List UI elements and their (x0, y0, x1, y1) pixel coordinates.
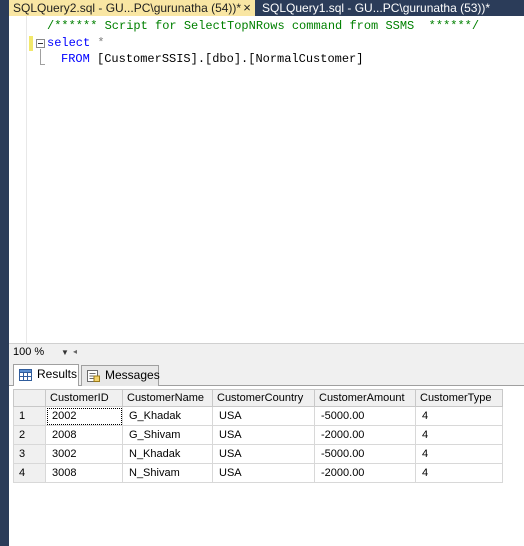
select-star: * (90, 36, 105, 50)
column-header-customertype[interactable]: CustomerType (415, 389, 503, 407)
cell-customerid[interactable]: 2002 (45, 406, 123, 426)
row-number[interactable]: 3 (13, 444, 46, 464)
column-header-customercountry[interactable]: CustomerCountry (212, 389, 315, 407)
change-indicator (29, 36, 33, 51)
cell-customeramount[interactable]: -5000.00 (314, 406, 416, 426)
tab-sqlquery1[interactable]: SQLQuery1.sql - GU...PC\gurunatha (53))* (258, 0, 524, 16)
cell-customercountry[interactable]: USA (212, 463, 315, 483)
cell-customeramount[interactable]: -5000.00 (314, 444, 416, 464)
column-header-customeramount[interactable]: CustomerAmount (314, 389, 416, 407)
cell-customertype[interactable]: 4 (415, 406, 503, 426)
close-tab-icon[interactable]: × (241, 0, 253, 16)
cell-customercountry[interactable]: USA (212, 444, 315, 464)
table-row[interactable]: 2 2008 G_Shivam USA -2000.00 4 (13, 425, 503, 445)
grid-header-row: CustomerID CustomerName CustomerCountry … (13, 389, 503, 407)
cell-customercountry[interactable]: USA (212, 425, 315, 445)
zoom-bar: 100 % ▼ ◂ (9, 343, 524, 361)
code-line-select: select * (47, 35, 105, 51)
table-reference: [CustomerSSIS].[dbo].[NormalCustomer] (89, 52, 364, 66)
fold-line-end (40, 64, 45, 65)
tab-sqlquery2-label: SQLQuery2.sql - GU...PC\gurunatha (54))* (13, 1, 242, 15)
cell-customerid[interactable]: 3008 (45, 463, 123, 483)
cell-customeramount[interactable]: -2000.00 (314, 463, 416, 483)
editor-gutter (9, 16, 27, 343)
zoom-level[interactable]: 100 % (13, 346, 44, 358)
tab-results[interactable]: Results (13, 364, 79, 386)
row-number[interactable]: 1 (13, 406, 46, 426)
tab-results-label: Results (37, 367, 78, 381)
cell-customertype[interactable]: 4 (415, 463, 503, 483)
column-header-customername[interactable]: CustomerName (122, 389, 213, 407)
keyword-select: select (47, 36, 91, 50)
fold-line (40, 49, 41, 65)
table-row[interactable]: 1 2002 G_Khadak USA -5000.00 4 (13, 406, 503, 426)
grid-icon (19, 369, 32, 381)
cell-customername[interactable]: N_Khadak (122, 444, 213, 464)
document-tab-strip: SQLQuery2.sql - GU...PC\gurunatha (54))*… (9, 0, 524, 16)
left-window-edge (0, 0, 9, 546)
code-line-from: FROM [CustomerSSIS].[dbo].[NormalCustome… (61, 51, 363, 67)
row-number[interactable]: 2 (13, 425, 46, 445)
column-header-customerid[interactable]: CustomerID (45, 389, 123, 407)
grid-corner-cell[interactable] (13, 389, 46, 407)
cell-customertype[interactable]: 4 (415, 444, 503, 464)
collapse-icon[interactable] (36, 39, 45, 48)
tab-messages[interactable]: Messages (81, 365, 160, 386)
cell-customerid[interactable]: 2008 (45, 425, 123, 445)
query-editor[interactable]: /****** Script for SelectTopNRows comman… (9, 16, 524, 343)
scroll-left-icon[interactable]: ◂ (73, 347, 77, 356)
cell-customeramount[interactable]: -2000.00 (314, 425, 416, 445)
zoom-dropdown-icon[interactable]: ▼ (61, 348, 69, 357)
messages-icon (87, 370, 100, 382)
cell-customercountry[interactable]: USA (212, 406, 315, 426)
table-row[interactable]: 3 3002 N_Khadak USA -5000.00 4 (13, 444, 503, 464)
cell-customername[interactable]: G_Shivam (122, 425, 213, 445)
code-line-comment: /****** Script for SelectTopNRows comman… (47, 19, 480, 33)
cell-customername[interactable]: N_Shivam (122, 463, 213, 483)
keyword-from: FROM (61, 52, 90, 66)
cell-customertype[interactable]: 4 (415, 425, 503, 445)
results-grid-area: CustomerID CustomerName CustomerCountry … (9, 386, 524, 546)
tab-messages-label: Messages (105, 368, 160, 382)
tab-sqlquery2[interactable]: SQLQuery2.sql - GU...PC\gurunatha (54))*… (9, 0, 255, 16)
table-row[interactable]: 4 3008 N_Shivam USA -2000.00 4 (13, 463, 503, 483)
results-tab-strip: Results Messages (9, 361, 524, 386)
results-grid: CustomerID CustomerName CustomerCountry … (13, 389, 503, 483)
row-number[interactable]: 4 (13, 463, 46, 483)
tab-sqlquery1-label: SQLQuery1.sql - GU...PC\gurunatha (53))* (262, 1, 491, 15)
cell-customerid[interactable]: 3002 (45, 444, 123, 464)
cell-customername[interactable]: G_Khadak (122, 406, 213, 426)
